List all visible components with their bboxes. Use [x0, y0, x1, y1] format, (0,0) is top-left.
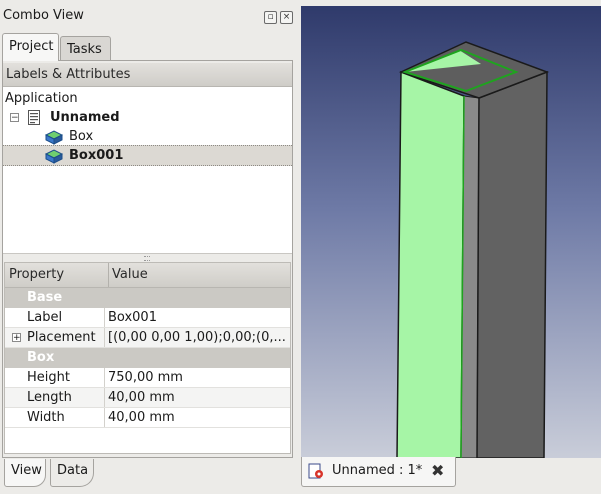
property-value[interactable]: 40,00 mm — [104, 388, 290, 407]
box-face-left-selected[interactable] — [396, 70, 465, 459]
3d-viewport[interactable] — [301, 6, 601, 459]
property-group-base: Base — [5, 288, 290, 308]
tree-root-application: Application — [5, 91, 78, 106]
property-value[interactable]: Box001 — [104, 308, 290, 327]
document-icon — [28, 110, 40, 125]
property-name: Width — [27, 410, 65, 425]
close-icon[interactable]: ✖ — [431, 461, 444, 480]
column-header-value[interactable]: Value — [108, 263, 148, 287]
property-value[interactable]: 750,00 mm — [104, 368, 290, 387]
property-name: Height — [27, 370, 70, 385]
box-3d-model[interactable] — [301, 6, 601, 459]
tree-item-label: Unnamed — [50, 110, 120, 125]
property-row-label[interactable]: Label Box001 — [5, 308, 290, 328]
model-tree[interactable]: Labels & Attributes Application − Unname… — [3, 63, 292, 254]
property-value[interactable]: [(0,00 0,00 1,00);0,00;(0,... — [104, 328, 290, 347]
tab-data[interactable]: Data — [50, 459, 94, 487]
property-editor: Property Value Base Label Box001 + Place… — [4, 262, 291, 454]
box-face-right[interactable] — [476, 70, 548, 459]
property-row-placement[interactable]: + Placement [(0,00 0,00 1,00);0,00;(0,..… — [5, 328, 290, 348]
tab-project[interactable]: Project — [2, 33, 59, 61]
property-name: Label — [27, 310, 63, 325]
close-icon[interactable]: × — [280, 11, 293, 24]
document-tab-label: Unnamed : 1* — [332, 463, 423, 478]
splitter-handle[interactable] — [144, 256, 150, 261]
part-box-icon — [45, 130, 63, 145]
tab-tasks[interactable]: Tasks — [60, 36, 111, 62]
tree-item-box001[interactable]: Box001 — [3, 145, 292, 166]
document-tab-unnamed[interactable]: Unnamed : 1* ✖ — [301, 457, 456, 487]
property-header: Property Value — [5, 263, 290, 288]
property-name: Length — [27, 390, 72, 405]
property-row-length[interactable]: Length 40,00 mm — [5, 388, 290, 408]
property-group-box: Box — [5, 348, 290, 368]
part-box-icon — [45, 149, 63, 164]
tab-view[interactable]: View — [4, 459, 46, 487]
tree-item-box[interactable]: Box — [3, 127, 292, 146]
float-window-icon[interactable]: ▫ — [264, 11, 277, 24]
combo-view-title: Combo View — [3, 8, 84, 23]
property-name: Placement — [27, 330, 96, 345]
expand-icon[interactable]: + — [12, 333, 21, 343]
tree-item-label: Box001 — [69, 148, 124, 163]
property-row-height[interactable]: Height 750,00 mm — [5, 368, 290, 388]
column-header-property[interactable]: Property — [9, 263, 64, 287]
collapse-icon[interactable]: − — [10, 113, 19, 123]
freecad-document-icon — [308, 463, 323, 479]
tree-header: Labels & Attributes — [3, 63, 292, 87]
property-value[interactable]: 40,00 mm — [104, 408, 290, 427]
tree-item-unnamed[interactable]: − Unnamed — [3, 108, 292, 127]
property-row-width[interactable]: Width 40,00 mm — [5, 408, 290, 428]
tree-item-label: Box — [69, 129, 94, 144]
